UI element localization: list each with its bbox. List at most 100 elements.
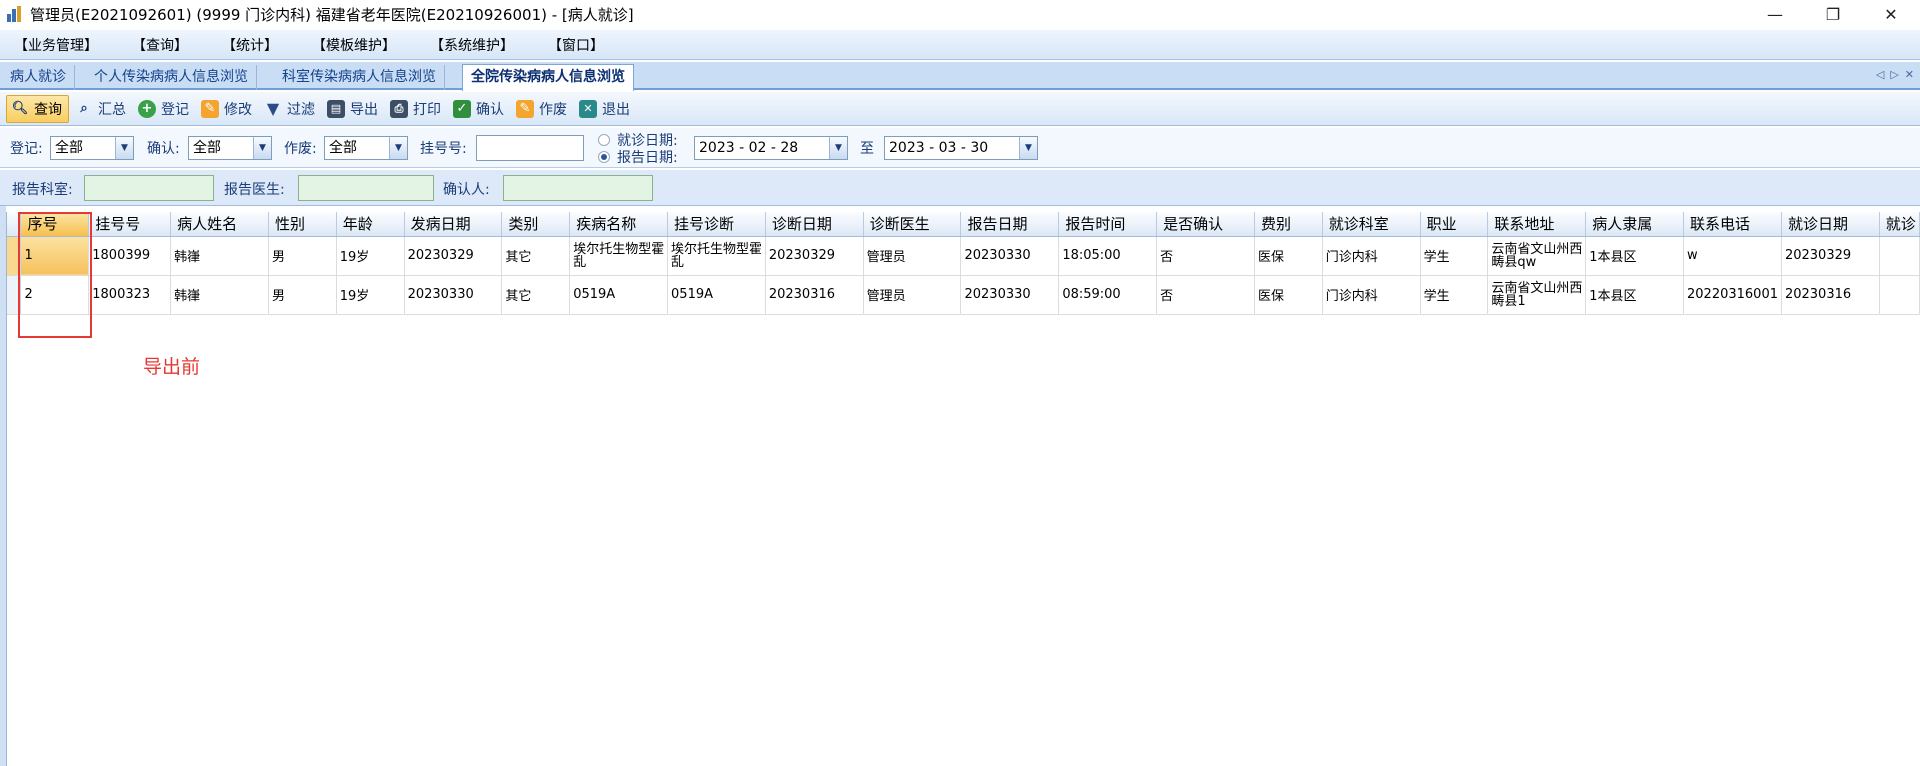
- col-header[interactable]: 就诊日期: [1781, 212, 1880, 237]
- cell[interactable]: 20230316: [765, 275, 864, 315]
- visit-date-radio[interactable]: [598, 134, 610, 146]
- cell[interactable]: 20230330: [960, 275, 1060, 315]
- cell[interactable]: 1本县区: [1585, 236, 1684, 276]
- confirm-select[interactable]: 全部 ▼: [188, 136, 272, 160]
- close-button[interactable]: ✕: [1862, 0, 1920, 28]
- cell[interactable]: 20230330: [960, 236, 1060, 276]
- tab-close-icon[interactable]: ✕: [1905, 68, 1914, 81]
- menu-business[interactable]: 【业务管理】: [14, 35, 98, 55]
- cell[interactable]: 管理员: [863, 236, 962, 276]
- cell[interactable]: 韩嵂: [170, 275, 269, 315]
- edit-button[interactable]: ✎ 修改: [197, 95, 258, 123]
- cell[interactable]: 其它: [501, 236, 571, 276]
- cell[interactable]: 否: [1156, 236, 1255, 276]
- cell[interactable]: 韩嵂: [170, 236, 269, 276]
- col-header[interactable]: 类别: [501, 212, 571, 237]
- col-header[interactable]: 疾病名称: [569, 212, 669, 237]
- menu-system[interactable]: 【系统维护】: [430, 35, 514, 55]
- cell[interactable]: 学生: [1420, 275, 1489, 315]
- exit-button[interactable]: ✕ 退出: [575, 95, 636, 123]
- print-button[interactable]: ⎙ 打印: [386, 95, 447, 123]
- cell[interactable]: 其它: [501, 275, 571, 315]
- col-header[interactable]: 挂号号: [88, 212, 172, 237]
- void-button[interactable]: ✎ 作废: [512, 95, 573, 123]
- tab-personal-infectious[interactable]: 个人传染病病人信息浏览: [86, 65, 257, 90]
- cell[interactable]: [1879, 275, 1920, 315]
- cell[interactable]: 门诊内科: [1322, 236, 1421, 276]
- cell[interactable]: [1879, 236, 1920, 276]
- cell[interactable]: 医保: [1254, 275, 1323, 315]
- cell[interactable]: 管理员: [863, 275, 962, 315]
- cell[interactable]: 医保: [1254, 236, 1323, 276]
- col-header[interactable]: 联系电话: [1683, 212, 1782, 237]
- cell[interactable]: 1800399: [88, 236, 172, 276]
- tab-next-icon[interactable]: ▷: [1890, 68, 1898, 81]
- register-select[interactable]: 全部 ▼: [50, 136, 134, 160]
- cell[interactable]: 20230329: [1781, 236, 1880, 276]
- cell[interactable]: 20220316001: [1683, 275, 1782, 315]
- cell[interactable]: 否: [1156, 275, 1255, 315]
- cell[interactable]: 男: [268, 275, 337, 315]
- date-from-picker[interactable]: 2023 - 02 - 28 ▼: [694, 136, 848, 160]
- confirm-button[interactable]: ✓ 确认: [449, 95, 510, 123]
- cell[interactable]: 19岁: [336, 275, 405, 315]
- report-dept-input[interactable]: [84, 175, 214, 201]
- cell[interactable]: 20230330: [404, 275, 503, 315]
- cell[interactable]: 学生: [1420, 236, 1489, 276]
- cell[interactable]: 0519A: [569, 275, 669, 315]
- register-button[interactable]: + 登记: [134, 95, 195, 123]
- col-header[interactable]: 发病日期: [404, 212, 503, 237]
- col-header[interactable]: 诊断医生: [863, 212, 962, 237]
- void-select[interactable]: 全部 ▼: [324, 136, 408, 160]
- menu-statistics[interactable]: 【统计】: [222, 35, 278, 55]
- summary-button[interactable]: ⌕ 汇总: [71, 95, 132, 123]
- maximize-button[interactable]: ❐: [1804, 0, 1862, 28]
- cell[interactable]: 云南省文山州西畴县qw: [1487, 236, 1587, 276]
- col-header[interactable]: 职业: [1420, 212, 1489, 237]
- col-header[interactable]: 联系地址: [1487, 212, 1587, 237]
- tab-hospital-infectious[interactable]: 全院传染病病人信息浏览: [462, 64, 634, 91]
- col-header[interactable]: 病人隶属: [1585, 212, 1684, 237]
- cell[interactable]: 0519A: [667, 275, 766, 315]
- col-header[interactable]: 病人姓名: [170, 212, 269, 237]
- col-header[interactable]: 性别: [268, 212, 337, 237]
- cell[interactable]: 1800323: [88, 275, 172, 315]
- cell[interactable]: 门诊内科: [1322, 275, 1421, 315]
- export-button[interactable]: ▤ 导出: [323, 95, 384, 123]
- tab-patient-visit[interactable]: 病人就诊: [2, 65, 75, 90]
- cell[interactable]: 埃尔托生物型霍乱: [667, 236, 766, 276]
- report-date-radio[interactable]: [598, 151, 610, 163]
- col-header[interactable]: 费别: [1254, 212, 1323, 237]
- menu-query[interactable]: 【查询】: [132, 35, 188, 55]
- col-header[interactable]: 年龄: [336, 212, 405, 237]
- table-row[interactable]: 2 1800323 韩嵂 男 19岁 20230330 其它 0519A 051…: [7, 275, 1920, 315]
- cell[interactable]: w: [1683, 236, 1782, 276]
- col-header[interactable]: 挂号诊断: [667, 212, 766, 237]
- cell[interactable]: 20230316: [1781, 275, 1880, 315]
- date-to-picker[interactable]: 2023 - 03 - 30 ▼: [884, 136, 1038, 160]
- cell[interactable]: 云南省文山州西畴县1: [1487, 275, 1587, 315]
- col-header[interactable]: 诊断日期: [765, 212, 864, 237]
- confirmer-input[interactable]: [503, 175, 653, 201]
- tab-prev-icon[interactable]: ◁: [1876, 68, 1884, 81]
- tab-dept-infectious[interactable]: 科室传染病病人信息浏览: [274, 65, 445, 90]
- query-button[interactable]: 🔍︎ 查询: [6, 94, 69, 123]
- col-header[interactable]: 报告时间: [1058, 212, 1158, 237]
- cell[interactable]: 1本县区: [1585, 275, 1684, 315]
- menu-window[interactable]: 【窗口】: [548, 35, 604, 55]
- table-row[interactable]: 1 1800399 韩嵂 男 19岁 20230329 其它 埃尔托生物型霍乱 …: [7, 236, 1920, 276]
- filter-button[interactable]: ▼ 过滤: [260, 95, 321, 123]
- menu-template[interactable]: 【模板维护】: [312, 35, 396, 55]
- minimize-button[interactable]: —: [1746, 0, 1804, 28]
- cell[interactable]: 19岁: [336, 236, 405, 276]
- cell[interactable]: 男: [268, 236, 337, 276]
- cell[interactable]: 18:05:00: [1058, 236, 1158, 276]
- col-header[interactable]: 就诊: [1879, 212, 1920, 237]
- cell[interactable]: 埃尔托生物型霍乱: [569, 236, 669, 276]
- col-header[interactable]: 是否确认: [1156, 212, 1255, 237]
- cell[interactable]: 20230329: [765, 236, 864, 276]
- cell[interactable]: 20230329: [404, 236, 503, 276]
- report-doctor-input[interactable]: [298, 175, 434, 201]
- col-header[interactable]: 报告日期: [960, 212, 1060, 237]
- col-header[interactable]: 就诊科室: [1322, 212, 1421, 237]
